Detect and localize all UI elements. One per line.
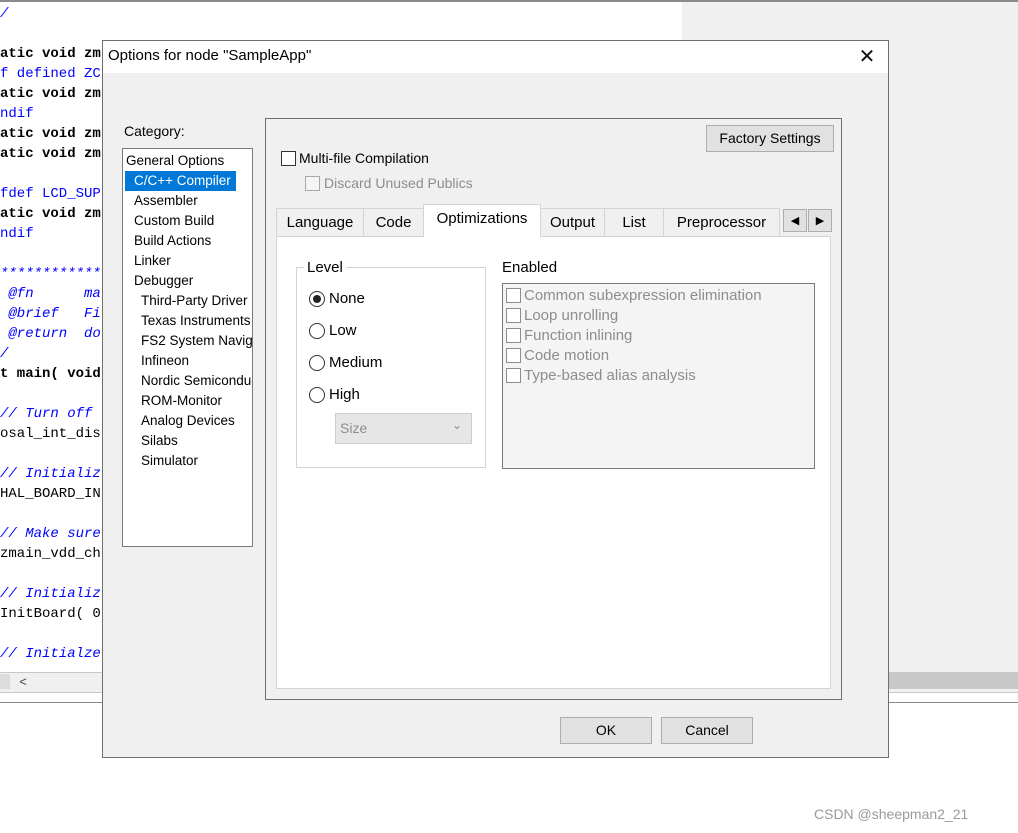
option-checkbox [506, 308, 521, 323]
category-item[interactable]: Analog Devices [123, 411, 235, 431]
code-line: @return do [0, 326, 101, 342]
option-label: Type-based alias analysis [524, 367, 696, 384]
code-line: / [0, 346, 9, 362]
category-item[interactable]: ROM-Monitor [123, 391, 222, 411]
chevron-down-icon: ⌄ [452, 418, 463, 432]
multifile-compilation-checkbox[interactable] [281, 151, 296, 166]
factory-settings-button[interactable]: Factory Settings [706, 125, 834, 152]
code-line: ndif [0, 226, 34, 242]
code-line: zmain_vdd_ch [0, 546, 101, 562]
code-editor[interactable]: / atic void zm f defined ZC atic void zm ndi… [0, 6, 104, 672]
code-line: @brief Fi [0, 306, 101, 322]
scrollbar-thumb[interactable] [888, 673, 1018, 689]
scrollbar-track-left [0, 674, 10, 689]
cancel-button[interactable]: Cancel [661, 717, 753, 744]
tab-preprocessor[interactable]: Preprocessor [663, 208, 780, 236]
code-line: // Initializ [0, 466, 101, 482]
code-line: atic void zm [0, 206, 101, 222]
ok-button[interactable]: OK [560, 717, 652, 744]
tab-output[interactable]: Output [540, 208, 605, 236]
level-low-label[interactable]: Low [329, 322, 357, 339]
category-item[interactable]: Third-Party Driver [123, 291, 248, 311]
scroll-left-button[interactable]: < [12, 672, 34, 691]
level-low-radio[interactable] [309, 323, 325, 339]
code-line: atic void zm [0, 126, 101, 142]
discard-unused-publics-checkbox [305, 176, 320, 191]
option-checkbox [506, 348, 521, 363]
category-item[interactable]: Texas Instruments [123, 311, 251, 331]
category-item[interactable]: Assembler [123, 191, 198, 211]
chevron-right-icon: ▶ [815, 215, 825, 227]
code-line: // Initializ [0, 586, 101, 602]
tab-optimizations[interactable]: Optimizations [423, 204, 541, 237]
category-item[interactable]: Debugger [123, 271, 193, 291]
code-line: HAL_BOARD_IN [0, 486, 101, 502]
tab-language[interactable]: Language [276, 208, 364, 236]
category-item[interactable]: Custom Build [123, 211, 214, 231]
code-line: ndif [0, 106, 34, 122]
code-line: osal_int_dis [0, 426, 101, 442]
option-label: Common subexpression elimination [524, 287, 762, 304]
option-label: Code motion [524, 347, 610, 364]
multifile-compilation-label[interactable]: Multi-file Compilation [299, 150, 429, 166]
level-medium-label[interactable]: Medium [329, 354, 382, 371]
category-item[interactable]: Linker [123, 251, 171, 271]
code-line: // Make sure [0, 526, 101, 542]
option-label: Function inlining [524, 327, 633, 344]
option-checkbox [506, 368, 521, 383]
code-line: // Turn off [0, 406, 101, 422]
enabled-label: Enabled [502, 259, 558, 276]
category-item[interactable]: FS2 System Navigator [123, 331, 252, 351]
level-none-radio[interactable] [309, 291, 325, 307]
category-item[interactable]: Build Actions [123, 231, 211, 251]
code-line: f defined ZC [0, 66, 101, 82]
code-line: ************ [0, 266, 101, 282]
level-high-label[interactable]: High [329, 386, 360, 403]
category-item[interactable]: Nordic Semiconductor [123, 371, 252, 391]
code-line: // Initialze [0, 646, 101, 662]
option-label: Loop unrolling [524, 307, 619, 324]
category-item[interactable]: Silabs [123, 431, 178, 451]
close-icon: ✕ [858, 46, 876, 68]
close-button[interactable]: ✕ [852, 44, 882, 70]
code-line: atic void zm [0, 146, 101, 162]
code-line: atic void zm [0, 46, 101, 62]
code-line: atic void zm [0, 86, 101, 102]
option-checkbox [506, 328, 521, 343]
dialog-title: Options for node "SampleApp" [108, 47, 312, 64]
level-none-label[interactable]: None [329, 290, 365, 307]
level-high-radio[interactable] [309, 387, 325, 403]
category-item[interactable]: Infineon [123, 351, 189, 371]
tab-scroll-left-button[interactable]: ◀ [783, 209, 807, 232]
code-line: t main( void [0, 366, 101, 382]
code-line: fdef LCD_SUP [0, 186, 101, 202]
tab-code[interactable]: Code [363, 208, 424, 236]
discard-unused-publics-label: Discard Unused Publics [324, 175, 473, 191]
category-item[interactable]: General Options [123, 151, 224, 171]
tab-scroll-right-button[interactable]: ▶ [808, 209, 832, 232]
size-select-value: Size [340, 420, 368, 436]
option-checkbox [506, 288, 521, 303]
category-label: Category: [124, 123, 185, 139]
category-item[interactable]: Simulator [123, 451, 198, 471]
level-label: Level [304, 259, 346, 276]
level-medium-radio[interactable] [309, 355, 325, 371]
code-line: InitBoard( 0 [0, 606, 101, 622]
chevron-left-icon: ◀ [790, 215, 800, 227]
tab-list[interactable]: List [604, 208, 664, 236]
code-line: / [0, 6, 9, 22]
category-list[interactable]: General Options C/C++ Compiler Assembler Cu… [122, 148, 253, 547]
watermark: CSDN @sheepman2_21 [814, 806, 969, 822]
code-line: @fn ma [0, 286, 101, 302]
category-item[interactable]: C/C++ Compiler [125, 171, 236, 191]
